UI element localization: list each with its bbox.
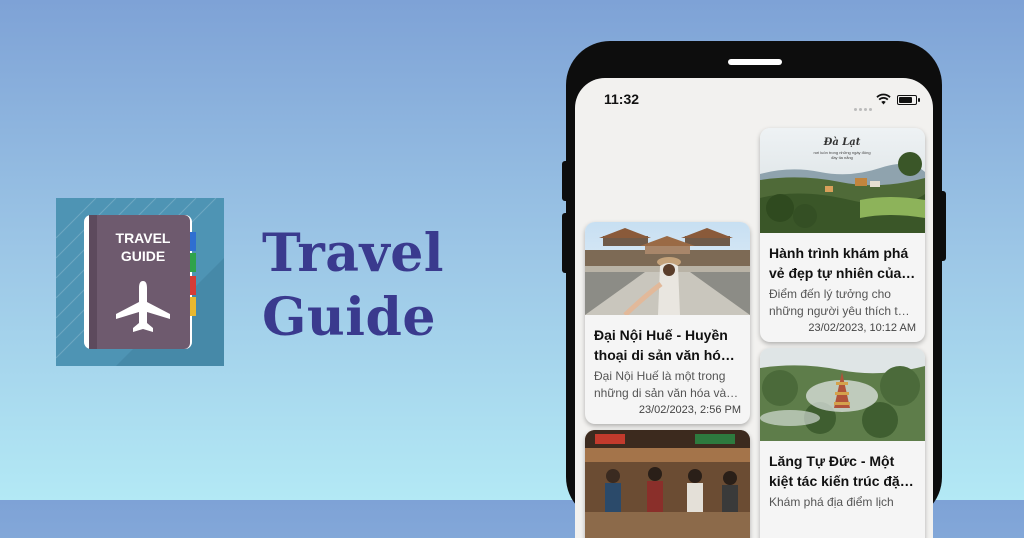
article-date: 23/02/2023, 10:12 AM: [808, 322, 916, 334]
article-card[interactable]: [585, 430, 750, 538]
signal-dots-icon: [854, 98, 874, 116]
phone-power-button: [938, 191, 946, 261]
app-title-line1: Travel: [262, 223, 445, 284]
article-image-market: [585, 430, 750, 538]
article-image-pagoda: [760, 348, 925, 441]
app-logo: TRAVEL GUIDE: [55, 197, 224, 366]
article-description: Đại Nội Huế là một trong những di sản vă…: [594, 369, 739, 400]
phone-screen: 11:32 Đà Lạt nơi luôn trong những ngày đ…: [575, 78, 933, 538]
phone-side-button: [562, 161, 570, 201]
article-title: Lăng Tự Đức - Một kiệt tác kiến trúc đặ…: [769, 453, 914, 489]
phone-mockup: 11:32 Đà Lạt nơi luôn trong những ngày đ…: [562, 41, 946, 538]
app-title: Travel Guide: [262, 222, 444, 350]
logo-text-line2: GUIDE: [121, 248, 165, 264]
article-image-dalat: Đà Lạt nơi luôn trong những ngày đông đầ…: [760, 128, 925, 233]
travel-guide-logo-icon: TRAVEL GUIDE: [55, 197, 224, 366]
phone-volume-button: [562, 213, 570, 273]
battery-icon: [897, 95, 920, 105]
app-title-line2: Guide: [262, 287, 436, 348]
article-image-hue: [585, 222, 750, 315]
article-date: 23/02/2023, 2:56 PM: [638, 404, 741, 416]
image-caption-title: Đà Lạt: [823, 137, 861, 148]
phone-speaker: [728, 59, 782, 65]
wifi-icon: [876, 93, 891, 105]
article-title: Hành trình khám phá vẻ đẹp tự nhiên của…: [769, 245, 916, 281]
article-description: Khám phá địa điểm lịch: [769, 495, 894, 509]
status-time: 11:32: [604, 91, 640, 107]
logo-text-line1: TRAVEL: [116, 230, 171, 246]
article-card[interactable]: Đà Lạt nơi luôn trong những ngày đông đầ…: [760, 128, 925, 342]
article-card[interactable]: Lăng Tự Đức - Một kiệt tác kiến trúc đặ……: [760, 348, 925, 538]
article-card[interactable]: Đại Nội Huế - Huyền thoại di sản văn hóa…: [585, 222, 750, 424]
article-title: Đại Nội Huế - Huyền thoại di sản văn hóa…: [594, 327, 741, 363]
image-caption-line: đầy tia nắng: [831, 155, 853, 160]
article-description: Điểm đến lý tưởng cho những người yêu th…: [769, 287, 910, 318]
status-bar: 11:32: [575, 78, 933, 118]
